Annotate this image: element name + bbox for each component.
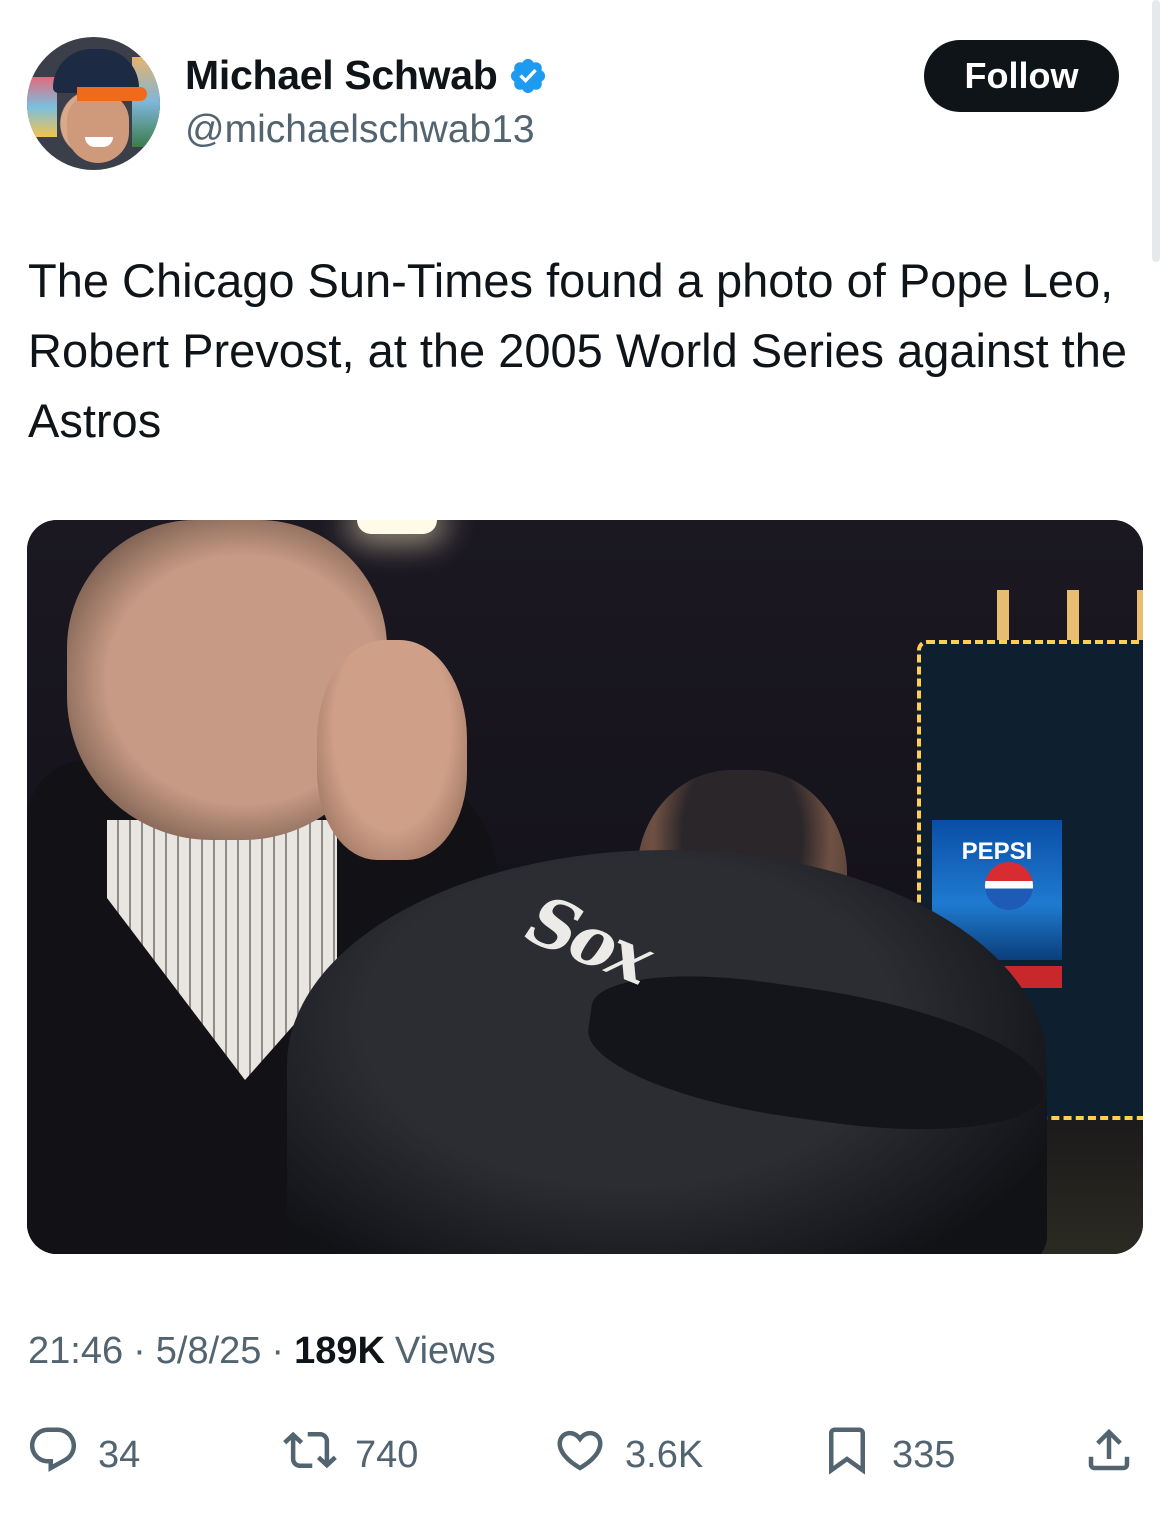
follow-button[interactable]: Follow [924,40,1119,112]
share-button[interactable] [1082,1420,1136,1490]
retweet-icon [283,1423,337,1487]
tweet: Michael Schwab @michaelschwab13 Follow T… [0,0,1170,1518]
bookmark-count: 335 [892,1433,956,1476]
bookmark-button[interactable]: 335 [820,1420,955,1490]
meta-separator: · [271,1330,285,1372]
avatar[interactable] [27,37,160,170]
like-button[interactable]: 3.6K [553,1420,703,1490]
reply-icon [26,1423,80,1487]
meta-separator: · [133,1330,146,1372]
views-label: Views [394,1330,496,1372]
share-icon [1082,1423,1136,1487]
tweet-date[interactable]: 5/8/25 [156,1330,262,1373]
tweet-text: The Chicago Sun-Times found a photo of P… [28,254,1128,447]
reply-button[interactable]: 34 [26,1420,140,1490]
photo-man-hand-phone [317,640,467,860]
retweet-count: 740 [355,1433,419,1476]
tweet-meta: 21:46 · 5/8/25 · 189K Views [28,1330,496,1373]
tweet-photo[interactable]: PEPSI Sox [27,520,1143,1254]
action-bar: 34 740 3.6K 335 [0,1420,1170,1490]
tweet-time[interactable]: 21:46 [28,1330,123,1373]
reply-count: 34 [98,1433,141,1476]
avatar-face [67,93,129,163]
author-display-name[interactable]: Michael Schwab [185,52,498,99]
heart-icon [553,1423,607,1487]
author-name-row: Michael Schwab [185,52,548,99]
views-count: 189K [294,1330,385,1372]
retweet-button[interactable]: 740 [283,1420,418,1490]
like-count: 3.6K [625,1433,704,1476]
photo-pepsi-logo [985,862,1033,910]
verified-badge-icon[interactable] [508,56,548,96]
scrollbar[interactable] [1152,0,1160,262]
author-handle[interactable]: @michaelschwab13 [185,108,535,152]
avatar-background [132,57,160,147]
photo-stadium-light [357,520,437,534]
avatar-cap-bill [77,87,147,101]
bookmark-icon [820,1423,874,1487]
